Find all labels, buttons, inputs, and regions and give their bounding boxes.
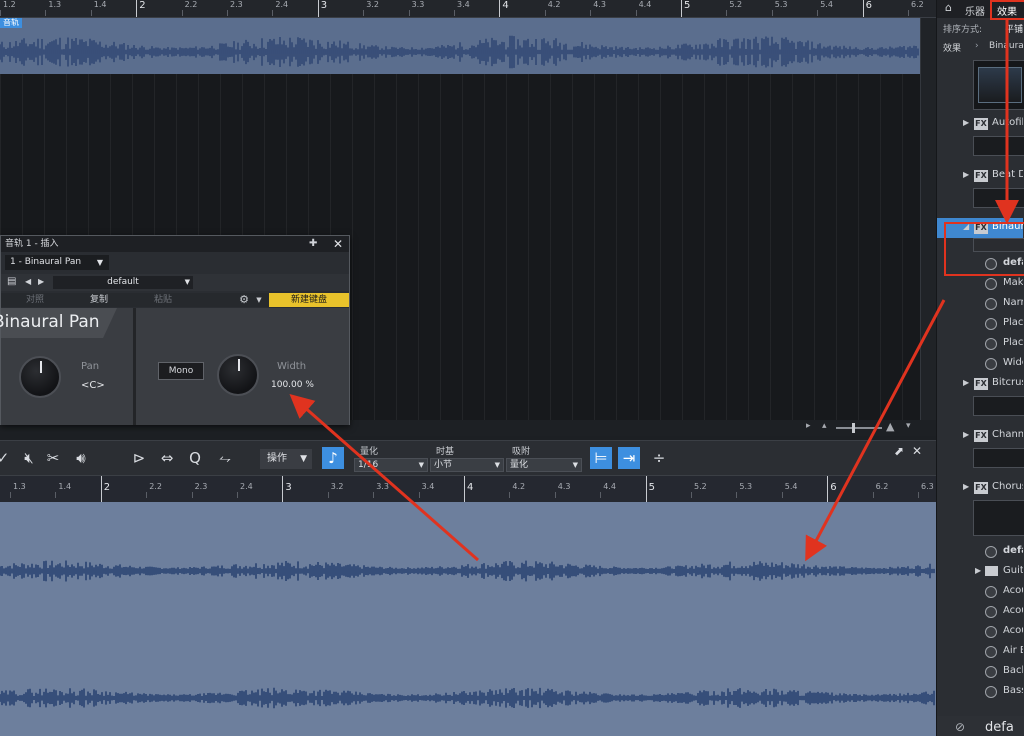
annotation-arrows xyxy=(289,20,1019,562)
